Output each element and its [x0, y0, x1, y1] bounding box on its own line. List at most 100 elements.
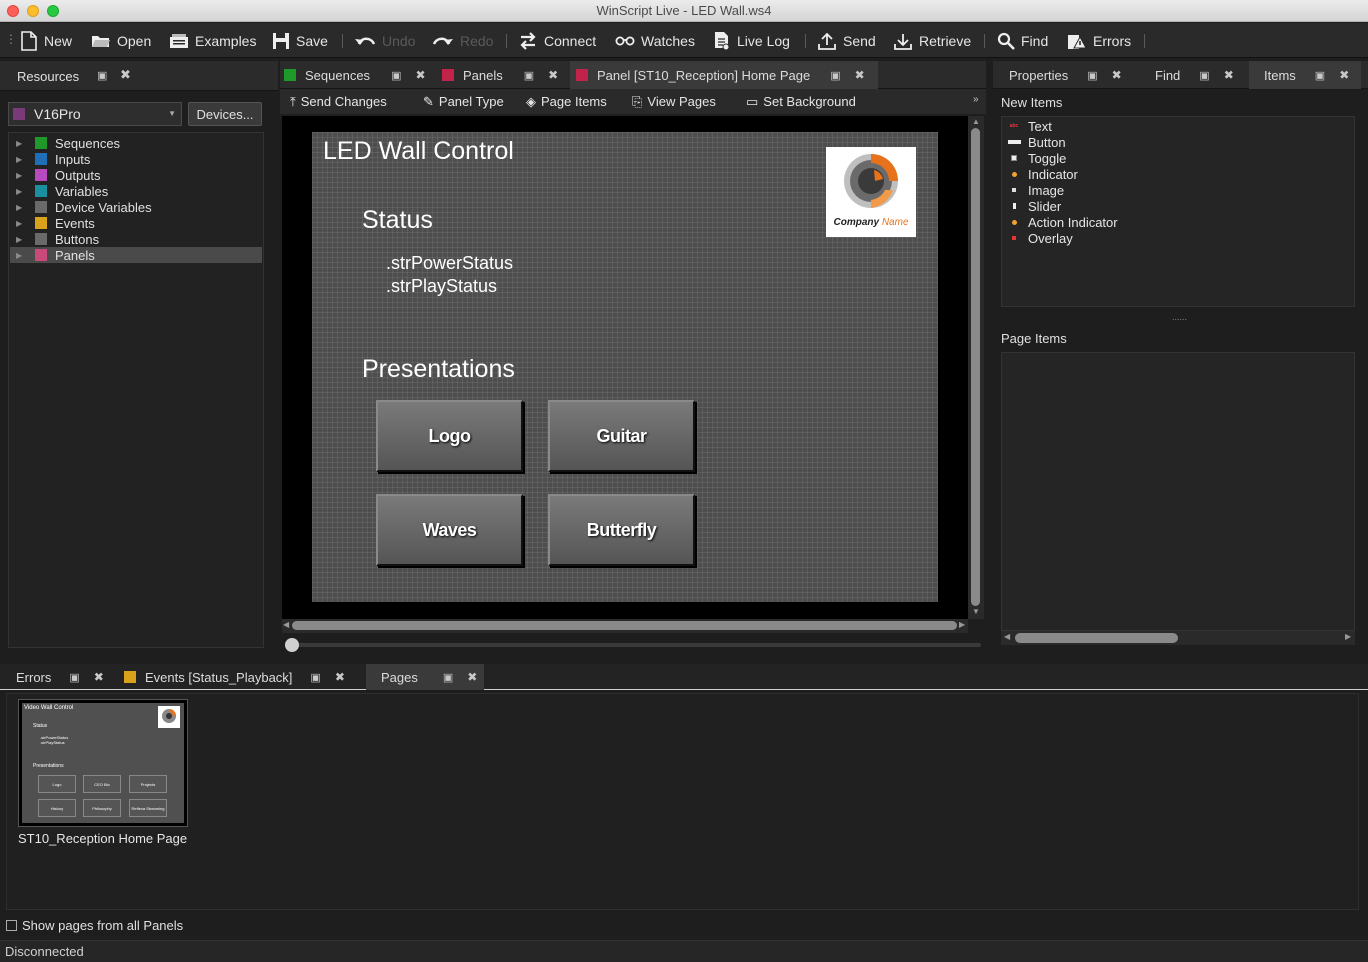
- close-tab-icon[interactable]: ✖: [467, 670, 477, 684]
- play-status-text[interactable]: .strPlayStatus: [386, 276, 497, 297]
- new-button[interactable]: New: [20, 23, 72, 58]
- tree-item-variables[interactable]: ▶ Variables: [10, 183, 262, 199]
- examples-button[interactable]: Examples: [169, 23, 256, 58]
- device-select[interactable]: V16Pro ▼: [8, 102, 182, 126]
- company-logo-image[interactable]: Company Name: [826, 147, 916, 237]
- tree-item-events[interactable]: ▶ Events: [10, 215, 262, 231]
- new-item-text[interactable]: abc Text: [1007, 118, 1052, 134]
- tab-items[interactable]: Items ▣ ✖: [1249, 61, 1361, 89]
- float-panel-icon[interactable]: ▣: [524, 69, 534, 82]
- splitter-handle[interactable]: ......: [1172, 312, 1187, 322]
- tab-panel-page[interactable]: Panel [ST10_Reception] Home Page ▣ ✖: [570, 61, 878, 89]
- close-tab-icon[interactable]: ✖: [548, 68, 558, 82]
- tree-item-panels[interactable]: ▶ Panels: [10, 247, 262, 263]
- expand-arrow-icon[interactable]: ▶: [10, 219, 35, 228]
- tab-sequences[interactable]: Sequences ▣ ✖: [284, 61, 434, 89]
- close-tab-icon[interactable]: ✖: [1112, 68, 1122, 82]
- tab-panels[interactable]: Panels ▣ ✖: [442, 61, 564, 89]
- float-panel-icon[interactable]: ▣: [391, 69, 401, 82]
- tab-events[interactable]: Events [Status_Playback] ▣ ✖: [124, 664, 345, 690]
- scroll-up-arrow-icon[interactable]: ▲: [972, 117, 980, 126]
- send-button[interactable]: Send: [817, 23, 876, 58]
- float-panel-icon[interactable]: ▣: [1199, 69, 1209, 82]
- canvas-title-text[interactable]: LED Wall Control: [323, 137, 514, 166]
- close-tab-icon[interactable]: ✖: [415, 68, 425, 82]
- zoom-window-button[interactable]: [47, 5, 59, 17]
- horizontal-scroll-thumb[interactable]: [292, 621, 957, 630]
- tree-item-inputs[interactable]: ▶ Inputs: [10, 151, 262, 167]
- new-item-indicator[interactable]: Indicator: [1007, 166, 1078, 182]
- checkbox-box[interactable]: [6, 920, 17, 931]
- tree-item-sequences[interactable]: ▶ Sequences: [10, 135, 262, 151]
- new-item-overlay[interactable]: Overlay: [1007, 230, 1073, 246]
- save-button[interactable]: Save: [272, 23, 328, 58]
- close-tab-icon[interactable]: ✖: [1339, 68, 1349, 82]
- float-panel-icon[interactable]: ▣: [69, 671, 79, 684]
- live-log-button[interactable]: Live Log: [713, 23, 790, 58]
- close-window-button[interactable]: [7, 5, 19, 17]
- butterfly-panel-button[interactable]: Butterfly: [548, 494, 695, 566]
- guitar-panel-button[interactable]: Guitar: [548, 400, 695, 472]
- expand-arrow-icon[interactable]: ▶: [10, 187, 35, 196]
- errors-button[interactable]: Errors: [1067, 23, 1131, 58]
- expand-arrow-icon[interactable]: ▶: [10, 155, 35, 164]
- scroll-right-arrow-icon[interactable]: ▶: [1345, 632, 1351, 641]
- close-tab-icon[interactable]: ✖: [335, 670, 345, 684]
- float-panel-icon[interactable]: ▣: [310, 671, 320, 684]
- scroll-left-arrow-icon[interactable]: ◀: [1004, 632, 1010, 641]
- view-pages-button[interactable]: ⎘ View Pages: [632, 89, 716, 114]
- canvas-vertical-scrollbar[interactable]: ▲ ▼: [968, 116, 984, 619]
- scroll-down-arrow-icon[interactable]: ▼: [972, 607, 980, 616]
- logo-panel-button[interactable]: Logo: [376, 400, 523, 472]
- expand-arrow-icon[interactable]: ▶: [10, 251, 35, 260]
- toolbar-grip[interactable]: ⋮: [5, 32, 17, 46]
- scroll-right-arrow-icon[interactable]: ▶: [959, 620, 965, 629]
- watches-button[interactable]: Watches: [615, 23, 695, 58]
- status-heading-text[interactable]: Status: [362, 206, 433, 235]
- panel-type-button[interactable]: ✎ Panel Type: [423, 89, 504, 114]
- overflow-chevron-icon[interactable]: »: [973, 94, 979, 105]
- close-tab-icon[interactable]: ✖: [855, 68, 865, 82]
- new-item-action-indicator[interactable]: Action Indicator: [1007, 214, 1118, 230]
- power-status-text[interactable]: .strPowerStatus: [386, 253, 513, 274]
- send-changes-button[interactable]: ⤒ Send Changes: [290, 89, 387, 114]
- new-item-toggle[interactable]: Toggle: [1007, 150, 1066, 166]
- page-thumbnail[interactable]: Video Wall Control Status .strPowerStatu…: [18, 699, 188, 827]
- tab-errors[interactable]: Errors ▣ ✖: [16, 664, 104, 690]
- set-background-button[interactable]: ▭ Set Background: [746, 89, 856, 114]
- tree-item-device-variables[interactable]: ▶ Device Variables: [10, 199, 262, 215]
- float-panel-icon[interactable]: ▣: [1315, 69, 1325, 82]
- tab-properties[interactable]: Properties ▣ ✖: [1009, 61, 1122, 89]
- undo-button[interactable]: Undo: [354, 23, 415, 58]
- close-panel-icon[interactable]: ✖: [120, 67, 131, 83]
- close-tab-icon[interactable]: ✖: [94, 670, 104, 684]
- canvas-horizontal-scrollbar[interactable]: ◀ ▶: [282, 619, 968, 633]
- page-items-button[interactable]: ◈ Page Items: [526, 89, 607, 114]
- zoom-slider-handle[interactable]: [285, 638, 299, 652]
- panel-page-canvas[interactable]: LED Wall Control Status .strPowerStatus …: [312, 132, 938, 602]
- page-thumbnail-label[interactable]: ST10_Reception Home Page: [18, 831, 187, 846]
- float-panel-icon[interactable]: ▣: [443, 671, 453, 684]
- waves-panel-button[interactable]: Waves: [376, 494, 523, 566]
- find-button[interactable]: Find: [997, 23, 1048, 58]
- expand-arrow-icon[interactable]: ▶: [10, 171, 35, 180]
- scroll-left-arrow-icon[interactable]: ◀: [283, 620, 289, 629]
- redo-button[interactable]: Redo: [432, 23, 493, 58]
- expand-arrow-icon[interactable]: ▶: [10, 139, 35, 148]
- open-button[interactable]: Open: [91, 23, 151, 58]
- retrieve-button[interactable]: Retrieve: [893, 23, 971, 58]
- float-panel-icon[interactable]: ▣: [1087, 69, 1097, 82]
- close-tab-icon[interactable]: ✖: [1224, 68, 1234, 82]
- zoom-slider[interactable]: [285, 637, 981, 653]
- expand-arrow-icon[interactable]: ▶: [10, 235, 35, 244]
- connect-button[interactable]: Connect: [518, 23, 596, 58]
- show-all-pages-checkbox[interactable]: Show pages from all Panels: [6, 918, 183, 933]
- new-item-image[interactable]: Image: [1007, 182, 1064, 198]
- float-panel-icon[interactable]: ▣: [830, 69, 840, 82]
- devices-button[interactable]: Devices...: [188, 102, 262, 126]
- tree-item-buttons[interactable]: ▶ Buttons: [10, 231, 262, 247]
- minimize-window-button[interactable]: [27, 5, 39, 17]
- new-item-slider[interactable]: Slider: [1007, 198, 1061, 214]
- vertical-scroll-thumb[interactable]: [971, 128, 980, 606]
- page-items-scroll-thumb[interactable]: [1015, 633, 1178, 643]
